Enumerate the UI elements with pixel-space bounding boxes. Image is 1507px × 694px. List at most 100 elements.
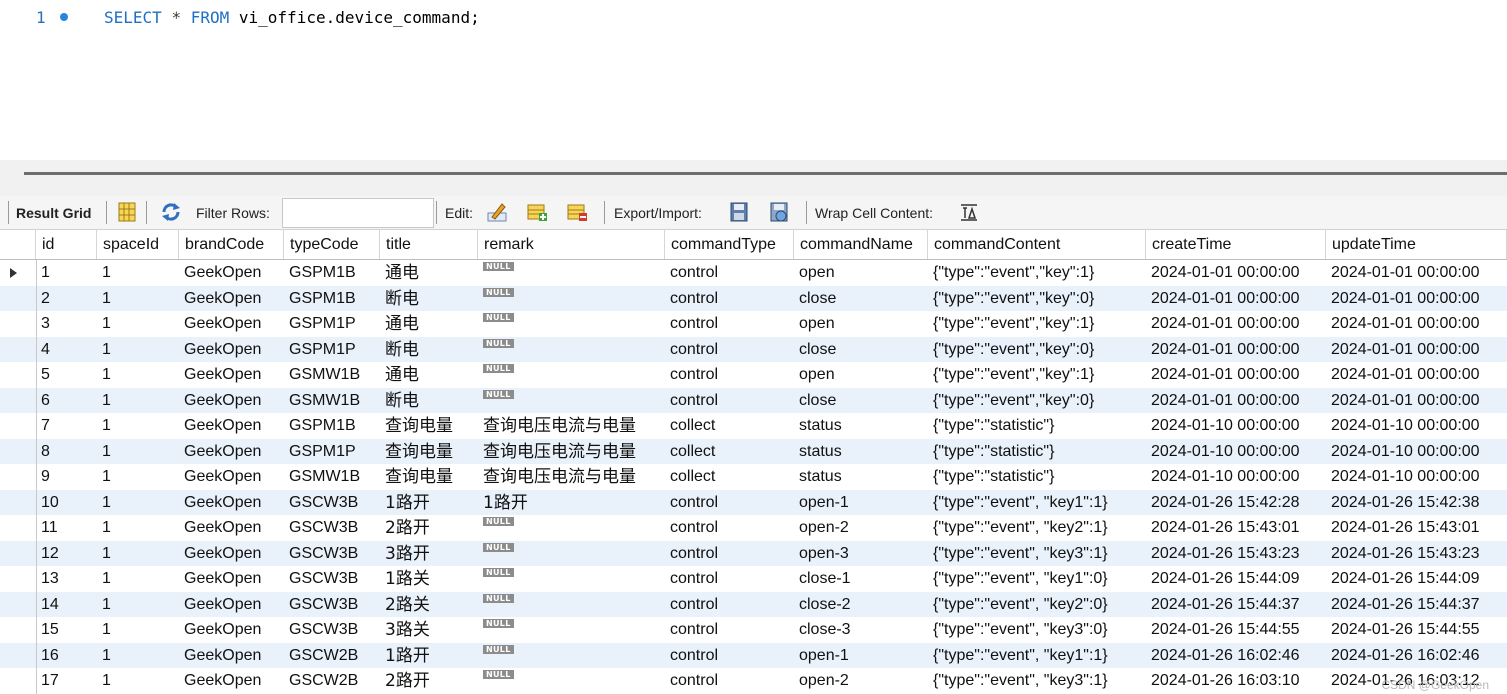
- table-row[interactable]: 4 1 GeekOpen GSPM1P 断电 NULL control close {"type…: [0, 336, 1507, 363]
- cell-commandName[interactable]: open-2: [794, 515, 928, 541]
- cell-commandContent[interactable]: {"type":"event", "key1":1}: [928, 643, 1146, 669]
- cell-createTime[interactable]: 2024-01-26 15:44:37: [1146, 592, 1326, 618]
- cell-remark[interactable]: NULL: [478, 592, 665, 618]
- insert-row-icon[interactable]: [526, 201, 548, 223]
- row-selector[interactable]: [0, 311, 37, 337]
- row-selector[interactable]: [0, 362, 37, 388]
- table-row[interactable]: 16 1 GeekOpen GSCW2B 1路开 NULL control open-1 {"t…: [0, 642, 1507, 669]
- cell-remark[interactable]: NULL: [478, 260, 665, 286]
- cell-commandName[interactable]: close: [794, 286, 928, 312]
- pane-splitter[interactable]: [0, 160, 1507, 196]
- cell-id[interactable]: 16: [36, 643, 97, 669]
- cell-remark[interactable]: NULL: [478, 566, 665, 592]
- cell-title[interactable]: 2路开: [380, 515, 478, 541]
- cell-id[interactable]: 17: [36, 668, 97, 694]
- cell-createTime[interactable]: 2024-01-01 00:00:00: [1146, 362, 1326, 388]
- cell-updateTime[interactable]: 2024-01-10 00:00:00: [1326, 413, 1507, 439]
- cell-id[interactable]: 15: [36, 617, 97, 643]
- cell-commandName[interactable]: open-1: [794, 490, 928, 516]
- table-row[interactable]: 17 1 GeekOpen GSCW2B 2路开 NULL control open-2 {"t…: [0, 668, 1507, 694]
- cell-typeCode[interactable]: GSPM1B: [284, 413, 380, 439]
- cell-createTime[interactable]: 2024-01-26 16:03:10: [1146, 668, 1326, 694]
- cell-commandContent[interactable]: {"type":"event", "key1":0}: [928, 566, 1146, 592]
- cell-brandCode[interactable]: GeekOpen: [179, 286, 284, 312]
- cell-updateTime[interactable]: 2024-01-01 00:00:00: [1326, 311, 1507, 337]
- cell-typeCode[interactable]: GSMW1B: [284, 362, 380, 388]
- cell-commandType[interactable]: control: [665, 541, 794, 567]
- cell-id[interactable]: 8: [36, 439, 97, 465]
- cell-updateTime[interactable]: 2024-01-26 15:44:09: [1326, 566, 1507, 592]
- cell-commandContent[interactable]: {"type":"event", "key1":1}: [928, 490, 1146, 516]
- cell-remark[interactable]: NULL: [478, 617, 665, 643]
- cell-id[interactable]: 13: [36, 566, 97, 592]
- cell-typeCode[interactable]: GSCW3B: [284, 617, 380, 643]
- cell-createTime[interactable]: 2024-01-10 00:00:00: [1146, 439, 1326, 465]
- splitter-handle[interactable]: [24, 172, 1507, 175]
- cell-id[interactable]: 7: [36, 413, 97, 439]
- sql-editor[interactable]: 1 SELECT * FROM vi_office.device_command…: [0, 0, 1507, 160]
- cell-typeCode[interactable]: GSCW3B: [284, 490, 380, 516]
- cell-commandType[interactable]: control: [665, 286, 794, 312]
- cell-brandCode[interactable]: GeekOpen: [179, 617, 284, 643]
- cell-brandCode[interactable]: GeekOpen: [179, 668, 284, 694]
- refresh-icon[interactable]: [160, 201, 182, 223]
- cell-remark[interactable]: NULL: [478, 362, 665, 388]
- cell-remark[interactable]: NULL: [478, 337, 665, 363]
- column-header-spaceId[interactable]: spaceId: [97, 230, 179, 259]
- cell-commandType[interactable]: control: [665, 643, 794, 669]
- cell-commandName[interactable]: status: [794, 464, 928, 490]
- row-selector[interactable]: [0, 540, 37, 566]
- cell-brandCode[interactable]: GeekOpen: [179, 490, 284, 516]
- cell-spaceId[interactable]: 1: [97, 643, 179, 669]
- cell-updateTime[interactable]: 2024-01-26 15:43:01: [1326, 515, 1507, 541]
- cell-remark[interactable]: NULL: [478, 643, 665, 669]
- cell-commandName[interactable]: open-1: [794, 643, 928, 669]
- row-selector[interactable]: [0, 387, 37, 413]
- cell-title[interactable]: 2路关: [380, 592, 478, 618]
- cell-commandContent[interactable]: {"type":"event", "key3":0}: [928, 617, 1146, 643]
- table-row[interactable]: 7 1 GeekOpen GSPM1B 查询电量 查询电压电流与电量 collect stat…: [0, 413, 1507, 439]
- cell-updateTime[interactable]: 2024-01-10 00:00:00: [1326, 464, 1507, 490]
- cell-typeCode[interactable]: GSCW3B: [284, 566, 380, 592]
- row-selector[interactable]: [0, 515, 37, 541]
- cell-brandCode[interactable]: GeekOpen: [179, 566, 284, 592]
- cell-brandCode[interactable]: GeekOpen: [179, 592, 284, 618]
- cell-spaceId[interactable]: 1: [97, 439, 179, 465]
- cell-title[interactable]: 2路开: [380, 668, 478, 694]
- cell-brandCode[interactable]: GeekOpen: [179, 388, 284, 414]
- row-selector-header[interactable]: [0, 230, 36, 259]
- sql-statement[interactable]: SELECT * FROM vi_office.device_command;: [104, 8, 480, 27]
- cell-typeCode[interactable]: GSCW3B: [284, 515, 380, 541]
- cell-remark[interactable]: 1路开: [478, 490, 665, 516]
- table-row[interactable]: 5 1 GeekOpen GSMW1B 通电 NULL control open {"type"…: [0, 362, 1507, 388]
- cell-commandType[interactable]: control: [665, 337, 794, 363]
- row-selector[interactable]: [0, 438, 37, 464]
- cell-title[interactable]: 通电: [380, 260, 478, 286]
- cell-createTime[interactable]: 2024-01-01 00:00:00: [1146, 260, 1326, 286]
- cell-remark[interactable]: 查询电压电流与电量: [478, 464, 665, 490]
- cell-id[interactable]: 11: [36, 515, 97, 541]
- cell-spaceId[interactable]: 1: [97, 617, 179, 643]
- cell-commandContent[interactable]: {"type":"event","key":1}: [928, 311, 1146, 337]
- result-grid-tab[interactable]: Result Grid: [16, 196, 91, 229]
- cell-commandType[interactable]: collect: [665, 439, 794, 465]
- cell-createTime[interactable]: 2024-01-01 00:00:00: [1146, 286, 1326, 312]
- row-selector[interactable]: [0, 591, 37, 617]
- wrap-text-icon[interactable]: [958, 201, 980, 223]
- cell-spaceId[interactable]: 1: [97, 337, 179, 363]
- cell-commandName[interactable]: status: [794, 413, 928, 439]
- column-header-commandContent[interactable]: commandContent: [928, 230, 1146, 259]
- row-selector[interactable]: [0, 285, 37, 311]
- cell-spaceId[interactable]: 1: [97, 260, 179, 286]
- cell-typeCode[interactable]: GSCW3B: [284, 592, 380, 618]
- cell-commandContent[interactable]: {"type":"statistic"}: [928, 464, 1146, 490]
- cell-spaceId[interactable]: 1: [97, 566, 179, 592]
- column-header-title[interactable]: title: [380, 230, 478, 259]
- row-selector[interactable]: [0, 566, 37, 592]
- cell-commandType[interactable]: control: [665, 260, 794, 286]
- cell-updateTime[interactable]: 2024-01-01 00:00:00: [1326, 362, 1507, 388]
- cell-commandContent[interactable]: {"type":"event", "key3":1}: [928, 668, 1146, 694]
- cell-createTime[interactable]: 2024-01-26 15:42:28: [1146, 490, 1326, 516]
- column-header-typeCode[interactable]: typeCode: [284, 230, 380, 259]
- cell-commandContent[interactable]: {"type":"event","key":1}: [928, 260, 1146, 286]
